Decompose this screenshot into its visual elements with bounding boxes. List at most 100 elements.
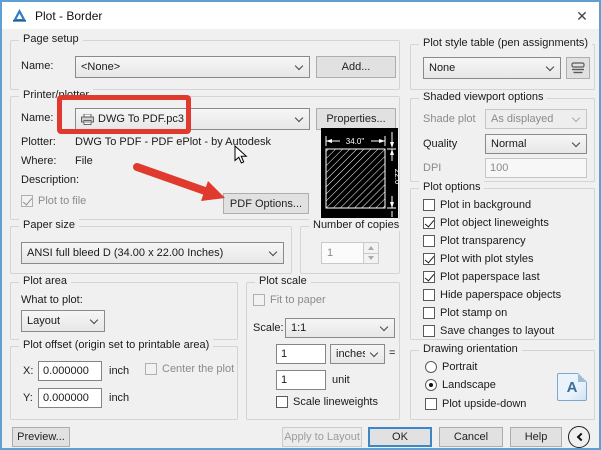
page-setup-name-value: <None> bbox=[81, 61, 121, 73]
plot-style-group: Plot style table (pen assignments) None bbox=[410, 37, 595, 90]
orientation-paper-icon: A bbox=[557, 373, 587, 401]
what-to-plot-label: What to plot: bbox=[21, 294, 83, 306]
plot-option-row: Save changes to layout bbox=[423, 325, 554, 337]
plot-upside-down-checkbox[interactable] bbox=[425, 398, 437, 410]
plot-option-label: Plot paperspace last bbox=[440, 271, 540, 283]
plot-option-row: Plot paperspace last bbox=[423, 271, 540, 283]
paper-fold-corner bbox=[578, 373, 587, 382]
page-setup-group: Page setup Name: <None> Add... bbox=[10, 33, 400, 90]
dpi-label: DPI bbox=[423, 162, 442, 174]
plot-area-group-title: Plot area bbox=[19, 275, 72, 287]
plotter-label: Plotter: bbox=[21, 136, 56, 148]
plot-to-file-checkbox bbox=[21, 195, 33, 207]
scale-lineweights-row: Scale lineweights bbox=[276, 396, 378, 408]
plot-in-background-checkbox[interactable] bbox=[423, 199, 435, 211]
title-bar: Plot - Border ✕ bbox=[2, 2, 599, 29]
window-title: Plot - Border bbox=[35, 8, 103, 23]
mouse-cursor bbox=[234, 144, 248, 168]
where-value: File bbox=[75, 155, 93, 167]
quality-value: Normal bbox=[491, 138, 527, 150]
add-button[interactable]: Add... bbox=[316, 56, 396, 78]
copies-group-title: Number of copies bbox=[309, 219, 404, 231]
fit-to-paper-checkbox bbox=[253, 294, 265, 306]
edit-plot-style-button[interactable] bbox=[566, 57, 590, 79]
chevron-down-icon bbox=[571, 113, 581, 122]
autocad-app-icon bbox=[11, 8, 27, 24]
paper-units-field[interactable]: 1 bbox=[276, 344, 326, 364]
scale-lineweights-label: Scale lineweights bbox=[293, 396, 378, 408]
stepper-down-icon bbox=[364, 253, 379, 264]
plot-offset-group: Plot offset (origin set to printable are… bbox=[10, 339, 238, 420]
apply-to-layout-button: Apply to Layout bbox=[282, 427, 362, 447]
plot-option-label: Plot in background bbox=[440, 199, 532, 211]
ok-button[interactable]: OK bbox=[368, 427, 432, 447]
landscape-label: Landscape bbox=[442, 379, 496, 391]
quality-select[interactable]: Normal bbox=[485, 134, 587, 154]
scale-value: 1:1 bbox=[291, 322, 307, 334]
save-changes-to-layout-checkbox[interactable] bbox=[423, 325, 435, 337]
drawing-orientation-group: Drawing orientation Portrait Landscape P… bbox=[410, 343, 595, 420]
chevron-down-icon bbox=[379, 322, 389, 331]
plot-option-label: Hide paperspace objects bbox=[440, 289, 562, 301]
plot-with-plot-styles-checkbox[interactable] bbox=[423, 253, 435, 265]
plot-style-value: None bbox=[429, 62, 456, 74]
offset-x-unit: inch bbox=[109, 365, 130, 377]
orientation-letter: A bbox=[566, 378, 578, 396]
paper-size-group: Paper size ANSI full bleed D (34.00 x 22… bbox=[10, 219, 292, 274]
paper-size-select[interactable]: ANSI full bleed D (34.00 x 22.00 Inches) bbox=[21, 242, 284, 264]
plot-paperspace-last-checkbox[interactable] bbox=[423, 271, 435, 283]
plot-to-file-label: Plot to file bbox=[38, 195, 87, 207]
offset-x-field[interactable]: 0.000000 bbox=[38, 361, 102, 381]
properties-button[interactable]: Properties... bbox=[316, 108, 396, 130]
copies-group: Number of copies 1 bbox=[300, 219, 404, 274]
hide-paperspace-objects-checkbox[interactable] bbox=[423, 289, 435, 301]
plot-object-lineweights-checkbox[interactable] bbox=[423, 217, 435, 229]
plot-area-group: Plot area What to plot: Layout bbox=[10, 275, 238, 340]
plot-option-row: Plot in background bbox=[423, 199, 531, 211]
plot-transparency-checkbox[interactable] bbox=[423, 235, 435, 247]
chevron-down-icon bbox=[89, 315, 99, 324]
plot-options-group-title: Plot options bbox=[419, 181, 485, 193]
chevron-down-icon bbox=[268, 247, 278, 256]
dpi-field: 100 bbox=[485, 158, 587, 178]
paper-preview-thumbnail: 34.0" 22.0" bbox=[321, 128, 402, 221]
center-plot-checkbox bbox=[145, 363, 157, 375]
shaded-viewport-group-title: Shaded viewport options bbox=[419, 91, 548, 103]
highlight-rectangle-annotation bbox=[57, 95, 191, 134]
scale-lineweights-checkbox[interactable] bbox=[276, 396, 288, 408]
plot-upside-down-row: Plot upside-down bbox=[425, 398, 526, 410]
shade-plot-select: As displayed bbox=[485, 109, 587, 129]
portrait-radio[interactable] bbox=[425, 361, 437, 373]
help-button[interactable]: Help bbox=[510, 427, 562, 447]
scale-select[interactable]: 1:1 bbox=[285, 318, 395, 338]
plot-scale-group-title: Plot scale bbox=[255, 275, 311, 287]
quality-label: Quality bbox=[423, 138, 458, 150]
landscape-radio[interactable] bbox=[425, 379, 437, 391]
plot-offset-group-title: Plot offset (origin set to printable are… bbox=[19, 339, 214, 351]
cancel-button[interactable]: Cancel bbox=[439, 427, 503, 447]
page-setup-name-select[interactable]: <None> bbox=[75, 56, 310, 78]
fit-to-paper-row: Fit to paper bbox=[253, 294, 326, 306]
plot-style-group-title: Plot style table (pen assignments) bbox=[419, 37, 593, 49]
page-setup-name-label: Name: bbox=[21, 60, 54, 72]
offset-y-unit: inch bbox=[109, 392, 130, 404]
plot-style-select[interactable]: None bbox=[423, 57, 561, 79]
what-to-plot-value: Layout bbox=[27, 315, 61, 327]
offset-y-field[interactable]: 0.000000 bbox=[38, 388, 102, 408]
plot-option-row: Plot stamp on bbox=[423, 307, 507, 319]
close-icon[interactable]: ✕ bbox=[571, 6, 593, 26]
what-to-plot-select[interactable]: Layout bbox=[21, 310, 105, 332]
plot-option-row: Plot object lineweights bbox=[423, 217, 549, 229]
chevron-down-icon bbox=[571, 138, 581, 147]
scale-label: Scale: bbox=[253, 322, 284, 334]
shaded-viewport-group: Shaded viewport options Shade plot As di… bbox=[410, 91, 595, 182]
units-select[interactable]: inches bbox=[330, 344, 385, 364]
plot-stamp-on-checkbox[interactable] bbox=[423, 307, 435, 319]
plot-option-row: Plot transparency bbox=[423, 235, 526, 247]
shade-plot-label: Shade plot bbox=[423, 113, 476, 125]
preview-button[interactable]: Preview... bbox=[12, 427, 70, 447]
drawing-units-field[interactable]: 1 bbox=[276, 370, 326, 390]
shade-plot-value: As displayed bbox=[491, 113, 554, 125]
fit-to-paper-label: Fit to paper bbox=[270, 294, 326, 306]
less-options-button[interactable] bbox=[568, 426, 590, 448]
